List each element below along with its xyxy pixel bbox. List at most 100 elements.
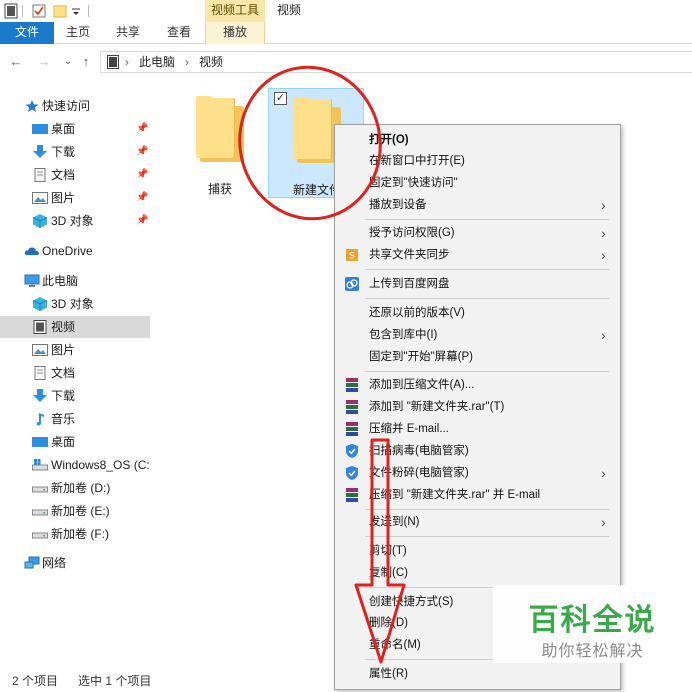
menu-item-add-to-archive[interactable]: 添加到压缩文件(A)... xyxy=(335,374,620,396)
customize-quick-access-icon[interactable] xyxy=(71,3,81,19)
address-bar[interactable]: › 此电脑 › 视频 xyxy=(100,51,692,73)
divider xyxy=(88,5,89,17)
properties-icon[interactable] xyxy=(32,3,46,19)
recent-locations-chevron-icon[interactable]: ⌄ xyxy=(60,52,76,72)
tab-share[interactable]: 共享 xyxy=(112,22,144,44)
new-folder-icon[interactable] xyxy=(53,3,67,19)
sidebar-item-downloads-pinned[interactable]: 下载 📌 xyxy=(0,141,150,163)
menu-item-properties[interactable]: 属性(R) xyxy=(335,663,620,685)
baidu-cloud-icon xyxy=(345,277,359,291)
menu-item-open[interactable]: 打开(O) xyxy=(335,129,620,151)
tab-play[interactable]: 播放 xyxy=(205,22,265,44)
sidebar-item-drive-d[interactable]: 新加卷 (D:) xyxy=(0,477,150,499)
tab-home[interactable]: 主页 xyxy=(62,22,94,44)
pin-icon[interactable]: 📌 xyxy=(136,164,148,186)
chevron-right-icon: › xyxy=(601,225,606,241)
menu-item-cut[interactable]: 剪切(T) xyxy=(335,540,620,562)
sidebar-item-network[interactable]: 网络 xyxy=(0,552,150,574)
menu-item-copy[interactable]: 复制(C) xyxy=(335,562,620,584)
star-icon xyxy=(25,100,39,112)
sidebar-item-videos[interactable]: 视频 xyxy=(0,316,150,338)
sidebar-item-drive-f[interactable]: 新加卷 (F:) xyxy=(0,523,150,545)
menu-item-file-shredder[interactable]: 文件粉碎(电脑管家) › xyxy=(335,462,620,484)
tab-file[interactable]: 文件 xyxy=(0,22,54,44)
pin-icon[interactable]: 📌 xyxy=(136,141,148,163)
sidebar-item-downloads[interactable]: 下载 xyxy=(0,385,150,407)
chevron-right-icon: › xyxy=(601,465,606,481)
menu-item-restore-versions[interactable]: 还原以前的版本(V) xyxy=(335,302,620,324)
menu-item-give-access[interactable]: 授予访问权限(G) › xyxy=(335,222,620,244)
ribbon-tabs: 文件 主页 共享 查看 播放 xyxy=(0,22,692,44)
checkbox-checked-icon[interactable]: ✓ xyxy=(274,92,287,105)
watermark: 百科全说 助你轻松解决 xyxy=(493,585,692,663)
document-icon xyxy=(34,168,46,182)
sidebar-item-label: 新加卷 (E:) xyxy=(51,504,110,518)
window-title: 视频 xyxy=(277,3,302,17)
menu-separator xyxy=(365,219,609,220)
sidebar-item-quick-access[interactable]: 快速访问 xyxy=(0,95,150,117)
cube-icon xyxy=(32,297,48,311)
sidebar-item-desktop-pinned[interactable]: 桌面 📌 xyxy=(0,118,150,140)
pin-icon[interactable]: 📌 xyxy=(136,118,148,140)
sidebar-item-pictures-pinned[interactable]: 图片 📌 xyxy=(0,187,150,209)
menu-item-shared-folder-sync[interactable]: S 共享文件夹同步 › xyxy=(335,244,620,266)
back-arrow-icon[interactable]: ← xyxy=(8,52,24,72)
breadcrumb-this-pc[interactable]: 此电脑 xyxy=(139,52,175,72)
drive-icon xyxy=(32,486,48,493)
chevron-right-icon: › xyxy=(601,514,606,530)
video-icon xyxy=(33,320,47,334)
forward-arrow-icon[interactable]: → xyxy=(36,52,52,72)
computer-icon xyxy=(24,274,40,287)
sidebar-item-label: 图片 xyxy=(51,191,76,205)
cube-icon xyxy=(32,214,48,228)
folder-item[interactable]: 捕获 xyxy=(172,88,268,198)
sidebar-item-drive-c[interactable]: Windows8_OS (C: xyxy=(0,454,150,476)
app-icon xyxy=(4,3,18,19)
menu-item-send-to[interactable]: 发送到(N) › xyxy=(335,511,620,533)
menu-item-open-new-window[interactable]: 在新窗口中打开(E) xyxy=(335,150,620,172)
breadcrumb-videos[interactable]: 视频 xyxy=(199,52,223,72)
menu-separator xyxy=(365,371,609,372)
music-icon xyxy=(36,413,44,426)
document-icon xyxy=(34,366,46,380)
sidebar-item-label: 新加卷 (F:) xyxy=(51,527,109,541)
sidebar-item-onedrive[interactable]: OneDrive xyxy=(0,240,150,262)
up-arrow-icon[interactable]: ↑ xyxy=(78,52,94,72)
sidebar-item-desktop[interactable]: 桌面 xyxy=(0,431,150,453)
sidebar-item-3d-objects[interactable]: 3D 对象 xyxy=(0,293,150,315)
menu-item-add-to-rar[interactable]: 添加到 "新建文件夹.rar"(T) xyxy=(335,396,620,418)
menu-item-compress-email[interactable]: 压缩并 E-mail... xyxy=(335,418,620,440)
menu-separator xyxy=(365,269,609,270)
folder-name: 捕获 xyxy=(207,182,232,196)
sidebar-item-this-pc[interactable]: 此电脑 xyxy=(0,270,150,292)
breadcrumb-separator: › xyxy=(185,55,189,69)
menu-item-include-in-library[interactable]: 包含到库中(I) › xyxy=(335,324,620,346)
sidebar-item-documents-pinned[interactable]: 文档 📌 xyxy=(0,164,150,186)
sidebar-item-music[interactable]: 音乐 xyxy=(0,408,150,430)
menu-item-pin-start[interactable]: 固定到"开始"屏幕(P) xyxy=(335,346,620,368)
sidebar-item-pictures[interactable]: 图片 xyxy=(0,339,150,361)
item-count: 2 个项目 xyxy=(12,674,59,688)
sidebar-item-3d-objects-pinned[interactable]: 3D 对象 📌 xyxy=(0,210,150,232)
picture-icon xyxy=(32,192,48,204)
sidebar-item-label: 视频 xyxy=(51,320,76,334)
tab-view[interactable]: 查看 xyxy=(163,22,195,44)
sidebar-item-label: 音乐 xyxy=(51,412,76,426)
menu-item-upload-baidu[interactable]: 上传到百度网盘 xyxy=(335,273,620,295)
chevron-right-icon: › xyxy=(601,197,606,213)
drive-icon xyxy=(32,509,48,516)
drive-icon xyxy=(32,532,48,539)
sidebar-item-label: 下载 xyxy=(51,145,76,159)
cloud-icon xyxy=(24,247,39,255)
menu-item-cast-to-device[interactable]: 播放到设备 › xyxy=(335,194,620,216)
sidebar-item-drive-e[interactable]: 新加卷 (E:) xyxy=(0,500,150,522)
menu-item-scan-virus[interactable]: 扫描病毒(电脑管家) xyxy=(335,440,620,462)
sidebar-item-label: 桌面 xyxy=(51,122,76,136)
menu-item-compress-rar-email[interactable]: 压缩到 "新建文件夹.rar" 并 E-mail xyxy=(335,484,620,506)
menu-item-pin-quick-access[interactable]: 固定到"快速访问" xyxy=(335,172,620,194)
pin-icon[interactable]: 📌 xyxy=(136,210,148,232)
chevron-right-icon: › xyxy=(601,327,606,343)
shield-icon xyxy=(346,444,358,458)
pin-icon[interactable]: 📌 xyxy=(136,187,148,209)
sidebar-item-documents[interactable]: 文档 xyxy=(0,362,150,384)
